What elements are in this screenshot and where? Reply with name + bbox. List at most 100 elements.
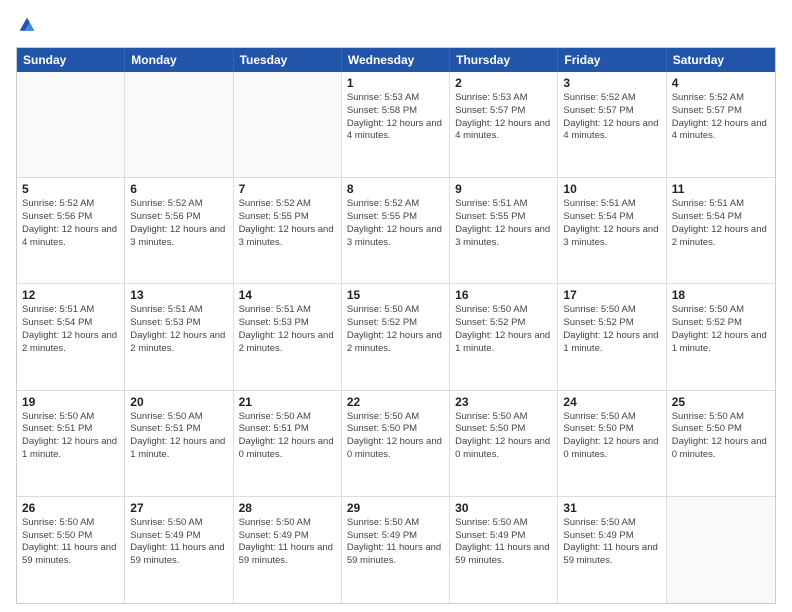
calendar-cell-12: 12 Sunrise: 5:51 AM Sunset: 5:54 PM Dayli… — [17, 284, 125, 389]
calendar-row-2: 12 Sunrise: 5:51 AM Sunset: 5:54 PM Dayli… — [17, 284, 775, 390]
header-day-saturday: Saturday — [667, 48, 775, 72]
calendar-cell-31: 31 Sunrise: 5:50 AM Sunset: 5:49 PM Dayli… — [558, 497, 666, 603]
day-info: Sunrise: 5:50 AM Sunset: 5:52 PM Dayligh… — [563, 304, 660, 355]
day-info: Sunrise: 5:51 AM Sunset: 5:54 PM Dayligh… — [672, 198, 770, 249]
calendar-row-3: 19 Sunrise: 5:50 AM Sunset: 5:51 PM Dayli… — [17, 391, 775, 497]
logo-icon — [18, 16, 36, 34]
day-info: Sunrise: 5:52 AM Sunset: 5:55 PM Dayligh… — [347, 198, 444, 249]
calendar-cell-2: 2 Sunrise: 5:53 AM Sunset: 5:57 PM Daylig… — [450, 72, 558, 177]
day-number: 29 — [347, 501, 444, 515]
calendar-cell-28: 28 Sunrise: 5:50 AM Sunset: 5:49 PM Dayli… — [234, 497, 342, 603]
day-info: Sunrise: 5:50 AM Sunset: 5:51 PM Dayligh… — [239, 411, 336, 462]
calendar-cell-4: 4 Sunrise: 5:52 AM Sunset: 5:57 PM Daylig… — [667, 72, 775, 177]
header-day-wednesday: Wednesday — [342, 48, 450, 72]
day-info: Sunrise: 5:52 AM Sunset: 5:55 PM Dayligh… — [239, 198, 336, 249]
calendar-cell-17: 17 Sunrise: 5:50 AM Sunset: 5:52 PM Dayli… — [558, 284, 666, 389]
day-number: 17 — [563, 288, 660, 302]
calendar-cell-20: 20 Sunrise: 5:50 AM Sunset: 5:51 PM Dayli… — [125, 391, 233, 496]
day-info: Sunrise: 5:50 AM Sunset: 5:52 PM Dayligh… — [455, 304, 552, 355]
calendar-cell-11: 11 Sunrise: 5:51 AM Sunset: 5:54 PM Dayli… — [667, 178, 775, 283]
day-info: Sunrise: 5:53 AM Sunset: 5:58 PM Dayligh… — [347, 92, 444, 143]
day-info: Sunrise: 5:53 AM Sunset: 5:57 PM Dayligh… — [455, 92, 552, 143]
calendar-cell-7: 7 Sunrise: 5:52 AM Sunset: 5:55 PM Daylig… — [234, 178, 342, 283]
calendar-cell-9: 9 Sunrise: 5:51 AM Sunset: 5:55 PM Daylig… — [450, 178, 558, 283]
day-info: Sunrise: 5:50 AM Sunset: 5:49 PM Dayligh… — [347, 517, 444, 568]
logo — [16, 16, 38, 39]
day-number: 4 — [672, 76, 770, 90]
day-info: Sunrise: 5:50 AM Sunset: 5:52 PM Dayligh… — [347, 304, 444, 355]
day-info: Sunrise: 5:50 AM Sunset: 5:50 PM Dayligh… — [563, 411, 660, 462]
calendar-cell-3: 3 Sunrise: 5:52 AM Sunset: 5:57 PM Daylig… — [558, 72, 666, 177]
day-number: 23 — [455, 395, 552, 409]
day-number: 21 — [239, 395, 336, 409]
day-info: Sunrise: 5:52 AM Sunset: 5:57 PM Dayligh… — [563, 92, 660, 143]
day-number: 19 — [22, 395, 119, 409]
day-number: 22 — [347, 395, 444, 409]
day-number: 8 — [347, 182, 444, 196]
day-number: 1 — [347, 76, 444, 90]
day-number: 3 — [563, 76, 660, 90]
day-info: Sunrise: 5:50 AM Sunset: 5:50 PM Dayligh… — [347, 411, 444, 462]
header-day-monday: Monday — [125, 48, 233, 72]
calendar-cell-24: 24 Sunrise: 5:50 AM Sunset: 5:50 PM Dayli… — [558, 391, 666, 496]
day-number: 12 — [22, 288, 119, 302]
day-info: Sunrise: 5:50 AM Sunset: 5:49 PM Dayligh… — [239, 517, 336, 568]
calendar-cell-16: 16 Sunrise: 5:50 AM Sunset: 5:52 PM Dayli… — [450, 284, 558, 389]
header-day-friday: Friday — [558, 48, 666, 72]
calendar-cell-21: 21 Sunrise: 5:50 AM Sunset: 5:51 PM Dayli… — [234, 391, 342, 496]
day-number: 9 — [455, 182, 552, 196]
calendar-cell-1: 1 Sunrise: 5:53 AM Sunset: 5:58 PM Daylig… — [342, 72, 450, 177]
calendar-cell-27: 27 Sunrise: 5:50 AM Sunset: 5:49 PM Dayli… — [125, 497, 233, 603]
day-number: 16 — [455, 288, 552, 302]
calendar-cell-8: 8 Sunrise: 5:52 AM Sunset: 5:55 PM Daylig… — [342, 178, 450, 283]
calendar-row-4: 26Sunrise: 5:50 AM Sunset: 5:50 PM Dayli… — [17, 497, 775, 603]
day-number: 31 — [563, 501, 660, 515]
day-number: 30 — [455, 501, 552, 515]
calendar-cell-13: 13 Sunrise: 5:51 AM Sunset: 5:53 PM Dayli… — [125, 284, 233, 389]
day-info: Sunrise: 5:50 AM Sunset: 5:51 PM Dayligh… — [22, 411, 119, 462]
day-info: Sunrise: 5:52 AM Sunset: 5:56 PM Dayligh… — [130, 198, 227, 249]
calendar-row-0: 1 Sunrise: 5:53 AM Sunset: 5:58 PM Daylig… — [17, 72, 775, 178]
day-number: 27 — [130, 501, 227, 515]
calendar-cell-25: 25Sunrise: 5:50 AM Sunset: 5:50 PM Dayli… — [667, 391, 775, 496]
day-number: 6 — [130, 182, 227, 196]
day-number: 7 — [239, 182, 336, 196]
calendar-cell-empty-0-2 — [234, 72, 342, 177]
day-info: Sunrise: 5:52 AM Sunset: 5:56 PM Dayligh… — [22, 198, 119, 249]
day-number: 2 — [455, 76, 552, 90]
calendar-cell-6: 6 Sunrise: 5:52 AM Sunset: 5:56 PM Daylig… — [125, 178, 233, 283]
header-day-thursday: Thursday — [450, 48, 558, 72]
day-number: 24 — [563, 395, 660, 409]
day-number: 20 — [130, 395, 227, 409]
day-number: 28 — [239, 501, 336, 515]
day-number: 25 — [672, 395, 770, 409]
calendar-header: SundayMondayTuesdayWednesdayThursdayFrid… — [17, 48, 775, 72]
day-info: Sunrise: 5:52 AM Sunset: 5:57 PM Dayligh… — [672, 92, 770, 143]
calendar-cell-10: 10Sunrise: 5:51 AM Sunset: 5:54 PM Dayli… — [558, 178, 666, 283]
day-info: Sunrise: 5:50 AM Sunset: 5:51 PM Dayligh… — [130, 411, 227, 462]
day-info: Sunrise: 5:51 AM Sunset: 5:53 PM Dayligh… — [130, 304, 227, 355]
calendar-cell-26: 26Sunrise: 5:50 AM Sunset: 5:50 PM Dayli… — [17, 497, 125, 603]
calendar-cell-19: 19 Sunrise: 5:50 AM Sunset: 5:51 PM Dayli… — [17, 391, 125, 496]
day-number: 18 — [672, 288, 770, 302]
day-info: Sunrise: 5:50 AM Sunset: 5:49 PM Dayligh… — [130, 517, 227, 568]
header — [16, 16, 776, 39]
day-number: 15 — [347, 288, 444, 302]
day-number: 11 — [672, 182, 770, 196]
calendar-cell-empty-0-0 — [17, 72, 125, 177]
day-info: Sunrise: 5:50 AM Sunset: 5:49 PM Dayligh… — [455, 517, 552, 568]
calendar-cell-5: 5Sunrise: 5:52 AM Sunset: 5:56 PM Daylig… — [17, 178, 125, 283]
calendar-cell-14: 14 Sunrise: 5:51 AM Sunset: 5:53 PM Dayli… — [234, 284, 342, 389]
header-day-sunday: Sunday — [17, 48, 125, 72]
calendar-cell-15: 15 Sunrise: 5:50 AM Sunset: 5:52 PM Dayli… — [342, 284, 450, 389]
day-info: Sunrise: 5:51 AM Sunset: 5:54 PM Dayligh… — [22, 304, 119, 355]
calendar: SundayMondayTuesdayWednesdayThursdayFrid… — [16, 47, 776, 604]
calendar-row-1: 5Sunrise: 5:52 AM Sunset: 5:56 PM Daylig… — [17, 178, 775, 284]
day-number: 14 — [239, 288, 336, 302]
day-number: 13 — [130, 288, 227, 302]
header-day-tuesday: Tuesday — [234, 48, 342, 72]
calendar-cell-empty-4-6 — [667, 497, 775, 603]
day-info: Sunrise: 5:51 AM Sunset: 5:53 PM Dayligh… — [239, 304, 336, 355]
day-info: Sunrise: 5:51 AM Sunset: 5:55 PM Dayligh… — [455, 198, 552, 249]
day-info: Sunrise: 5:50 AM Sunset: 5:49 PM Dayligh… — [563, 517, 660, 568]
